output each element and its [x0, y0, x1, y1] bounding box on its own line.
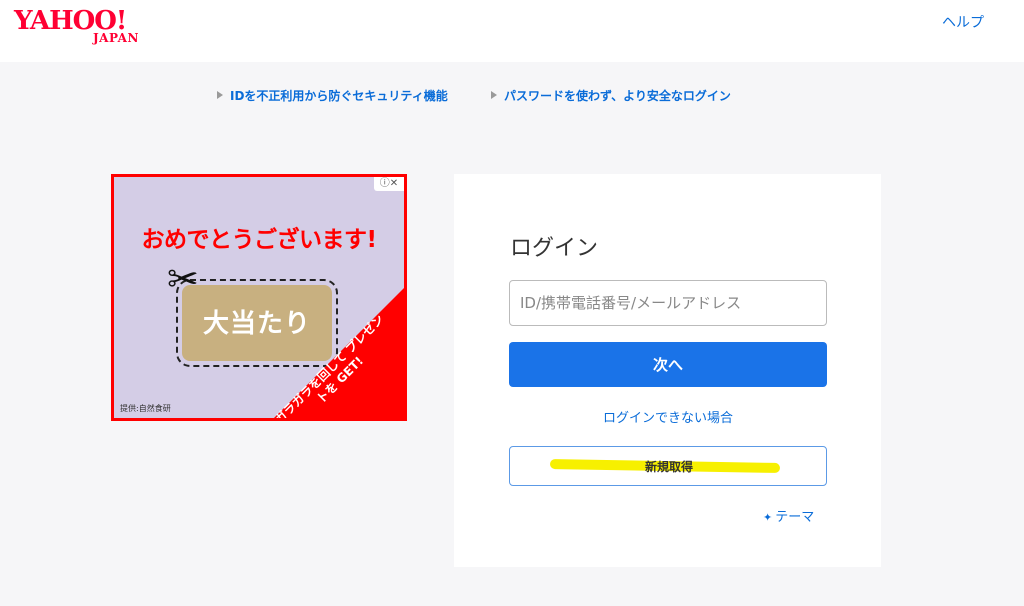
advertisement-banner[interactable]: ⓘ✕ おめでとうございます! 大当たり ✂ ガラガラを回して プレゼントを GE… [111, 174, 407, 421]
next-button[interactable]: 次へ [509, 342, 827, 387]
triangle-right-icon [491, 91, 497, 99]
sparkle-icon: ✦ [763, 511, 773, 524]
id-input[interactable] [509, 280, 827, 326]
security-feature-label: IDを不正利用から防ぐセキュリティ機能 [230, 89, 448, 103]
login-title: ログイン [510, 236, 599, 261]
help-link[interactable]: ヘルプ [942, 12, 984, 32]
logo-sub-text: JAPAN [93, 31, 139, 45]
feature-links: IDを不正利用から防ぐセキュリティ機能 パスワードを使わず、より安全なログイン [0, 87, 1024, 107]
yahoo-japan-logo[interactable]: YAHOO! JAPAN [14, 6, 154, 48]
passwordless-login-link[interactable]: パスワードを使わず、より安全なログイン [491, 87, 731, 104]
triangle-right-icon [217, 91, 223, 99]
cannot-login-link[interactable]: ログインできない場合 [509, 407, 827, 426]
theme-label: テーマ [775, 510, 815, 525]
ad-provider: 提供:自然食研 [120, 404, 171, 413]
header: YAHOO! JAPAN ヘルプ [0, 0, 1024, 62]
ad-info-close-controls[interactable]: ⓘ✕ [374, 177, 404, 191]
security-feature-link[interactable]: IDを不正利用から防ぐセキュリティ機能 [217, 87, 448, 104]
signup-button[interactable]: 新規取得 [509, 446, 827, 486]
scissors-icon: ✂ [167, 257, 199, 301]
signup-label: 新規取得 [644, 460, 693, 474]
theme-link[interactable]: ✦ テーマ [763, 506, 814, 525]
passwordless-login-label: パスワードを使わず、より安全なログイン [504, 89, 731, 103]
ad-headline: おめでとうございます! [141, 227, 378, 253]
login-card: ログイン 次へ ログインできない場合 新規取得 ✦テーマ [454, 174, 881, 567]
